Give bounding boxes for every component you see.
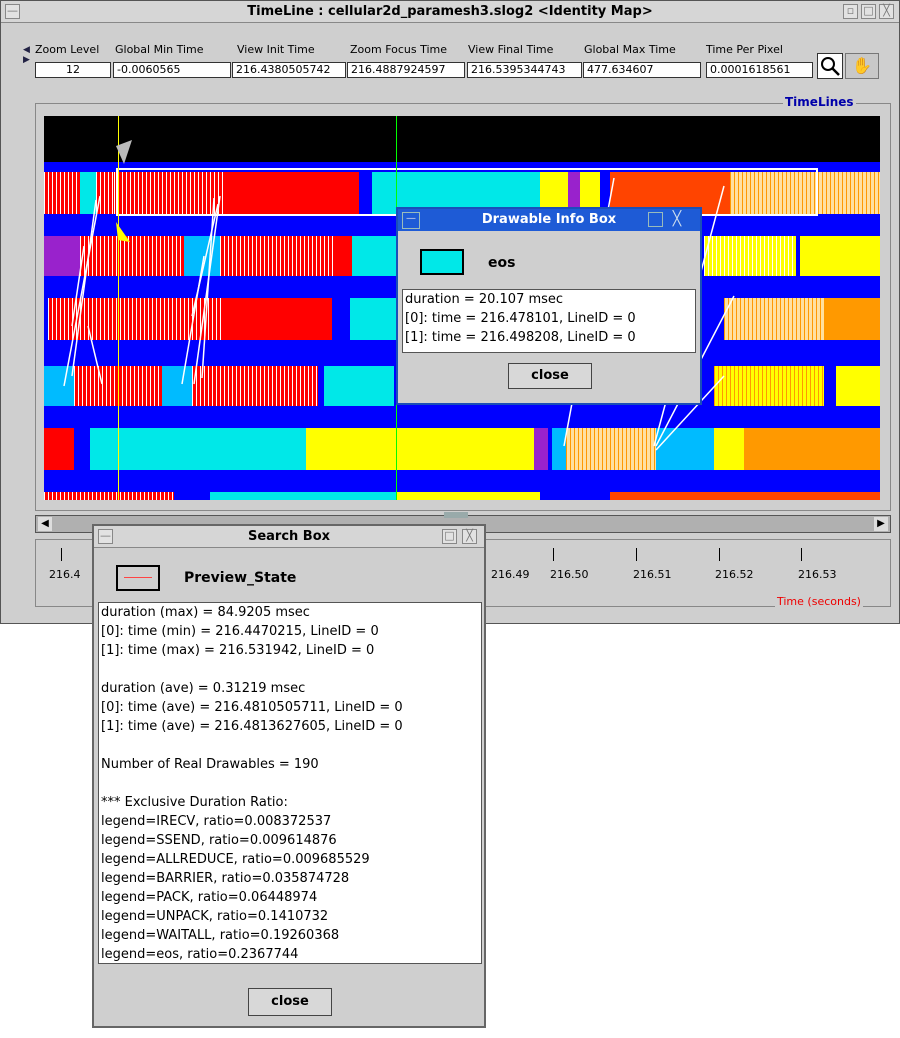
search-box-close-icon[interactable]: ╳: [462, 529, 477, 544]
zoom-focus-time-field[interactable]: 216.4887924597: [347, 62, 465, 78]
search-line: legend=IRECV, ratio=0.008372537: [101, 814, 332, 829]
axis-tick: [553, 548, 554, 561]
info-line: [1]: time = 216.498208, LineID = 0: [405, 330, 636, 345]
search-line: *** Exclusive Duration Ratio:: [101, 795, 288, 810]
minimize-button[interactable]: ▫: [843, 4, 858, 19]
label-time-per-pixel: Time Per Pixel: [706, 43, 783, 56]
search-line: [1]: time (ave) = 216.4813627605, LineID…: [101, 719, 403, 734]
toolbar-left-arrow-icon[interactable]: ◀ ▶: [23, 45, 30, 65]
search-line: legend=PACK, ratio=0.06448974: [101, 890, 318, 905]
info-box-legend-swatch: [420, 249, 464, 275]
search-line: [0]: time (ave) = 216.4810505711, LineID…: [101, 700, 403, 715]
search-box-details: duration (max) = 84.9205 msec [0]: time …: [98, 602, 482, 964]
time-per-pixel-field[interactable]: 0.0001618561: [706, 62, 813, 78]
search-line: legend=ALLREDUCE, ratio=0.009685529: [101, 852, 370, 867]
search-box-title-bar: — Search Box □ ╳: [94, 526, 484, 548]
search-box-title: Search Box: [247, 529, 331, 544]
hand-icon: ✋: [852, 56, 872, 75]
scroll-thumb[interactable]: [444, 512, 468, 518]
swatch-center-line: [124, 577, 152, 578]
search-box-close-button[interactable]: close: [248, 988, 332, 1016]
info-line: [0]: time = 216.478101, LineID = 0: [405, 311, 636, 326]
search-line: [0]: time (min) = 216.4470215, LineID = …: [101, 624, 379, 639]
maximize-button[interactable]: □: [861, 4, 876, 19]
search-box-legend-name: Preview_State: [184, 570, 297, 586]
zoom-level-field[interactable]: 12: [35, 62, 111, 78]
search-line: [101, 736, 481, 755]
info-box-close-icon[interactable]: ╳: [668, 211, 686, 229]
info-box-details: duration = 20.107 msec [0]: time = 216.4…: [402, 289, 696, 353]
search-line: legend=WAITALL, ratio=0.19260368: [101, 928, 340, 943]
axis-tick: [719, 548, 720, 561]
axis-tick-label: 216.4: [49, 568, 81, 581]
timelines-label: TimeLines: [783, 95, 856, 109]
info-box-legend-name: eos: [488, 255, 516, 271]
label-view-final-time: View Final Time: [468, 43, 554, 56]
label-global-max-time: Global Max Time: [584, 43, 676, 56]
view-final-time-field[interactable]: 216.5395344743: [467, 62, 582, 78]
global-max-time-field[interactable]: 477.634607: [583, 62, 701, 78]
search-line: [101, 660, 481, 679]
hand-tool-button[interactable]: ✋: [845, 53, 879, 79]
title-bar: — TimeLine : cellular2d_paramesh3.slog2 …: [1, 1, 899, 23]
search-line: legend=eos, ratio=0.2367744: [101, 947, 299, 962]
global-min-time-field[interactable]: -0.0060565: [113, 62, 231, 78]
time-axis-label: Time (seconds): [775, 595, 863, 608]
axis-tick-label: 216.49: [491, 568, 530, 581]
search-line: Number of Real Drawables = 190: [101, 757, 319, 772]
scroll-right-arrow-icon[interactable]: ▶: [874, 517, 888, 531]
search-box: — Search Box □ ╳ Preview_State duration …: [92, 524, 486, 1028]
axis-tick: [61, 548, 62, 561]
window-title: TimeLine : cellular2d_paramesh3.slog2 <I…: [247, 4, 653, 19]
search-line: [1]: time (max) = 216.531942, LineID = 0: [101, 643, 375, 658]
info-box-title-bar: — Drawable Info Box ╳: [398, 209, 700, 231]
label-view-init-time: View Init Time: [237, 43, 315, 56]
view-init-time-field[interactable]: 216.4380505742: [232, 62, 346, 78]
drawable-info-box: — Drawable Info Box ╳ eos duration = 20.…: [396, 207, 702, 405]
close-window-button[interactable]: ╳: [879, 4, 894, 19]
zoom-tool-button[interactable]: [817, 53, 843, 79]
search-box-maximize-button[interactable]: □: [442, 529, 457, 544]
search-line: legend=UNPACK, ratio=0.1410732: [101, 909, 329, 924]
axis-tick-label: 216.50: [550, 568, 589, 581]
magnifier-icon: [821, 57, 840, 76]
search-line: legend=BARRIER, ratio=0.035874728: [101, 871, 350, 886]
info-box-close-button[interactable]: close: [508, 363, 592, 389]
axis-tick-label: 216.53: [798, 568, 837, 581]
search-line: duration (ave) = 0.31219 msec: [101, 681, 306, 696]
label-zoom-focus-time: Zoom Focus Time: [350, 43, 448, 56]
search-line: [101, 774, 481, 793]
search-line: duration (max) = 84.9205 msec: [101, 605, 310, 620]
info-box-maximize-button[interactable]: [648, 212, 663, 227]
axis-tick-label: 216.51: [633, 568, 672, 581]
info-line: duration = 20.107 msec: [405, 292, 564, 307]
search-box-legend-swatch: [116, 565, 160, 591]
scroll-left-arrow-icon[interactable]: ◀: [38, 517, 52, 531]
search-line: legend=SSEND, ratio=0.009614876: [101, 833, 337, 848]
label-zoom-level: Zoom Level: [35, 43, 100, 56]
axis-tick-label: 216.52: [715, 568, 754, 581]
label-global-min-time: Global Min Time: [115, 43, 204, 56]
axis-tick: [801, 548, 802, 561]
axis-tick: [636, 548, 637, 561]
